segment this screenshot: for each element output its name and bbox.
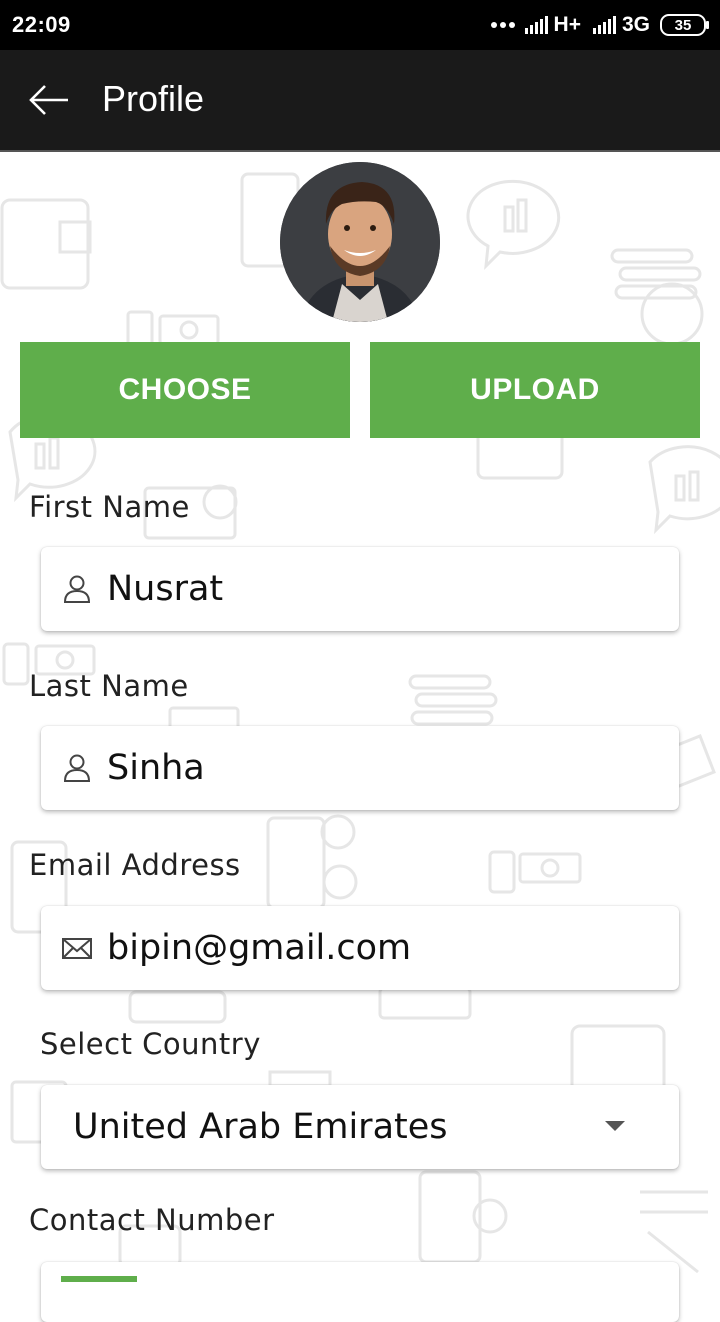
first-name-label: First Name [29, 490, 190, 524]
battery-level: 35 [674, 16, 692, 34]
arrow-left-icon[interactable] [28, 82, 72, 118]
country-label: Select Country [40, 1027, 261, 1061]
person-icon [63, 754, 91, 782]
contact-field[interactable] [41, 1262, 679, 1322]
network-type-2: 3G [621, 13, 650, 36]
upload-button[interactable]: UPLOAD [370, 342, 700, 438]
battery-icon: 35 [660, 14, 709, 36]
envelope-icon [62, 938, 92, 959]
country-select[interactable]: United Arab Emirates [41, 1085, 679, 1169]
last-name-label: Last Name [29, 669, 189, 703]
country-value: United Arab Emirates [73, 1107, 448, 1147]
first-name-value: Nusrat [107, 569, 224, 609]
last-name-value: Sinha [107, 748, 205, 788]
contact-label: Contact Number [29, 1203, 275, 1237]
email-field[interactable]: bipin@gmail.com [41, 906, 679, 990]
country-code-indicator [61, 1276, 137, 1282]
profile-photo [280, 162, 440, 322]
last-name-field[interactable]: Sinha [41, 726, 679, 810]
status-time: 22:09 [12, 12, 71, 37]
dropdown-caret-icon [605, 1121, 625, 1131]
signal-icon [524, 16, 548, 34]
first-name-field[interactable]: Nusrat [41, 547, 679, 631]
status-indicators: H+ 3G 35 [490, 12, 709, 38]
status-bar: 22:09 H+ 3G 35 [0, 0, 720, 50]
network-type-1: H+ [553, 13, 581, 36]
app-bar: Profile [0, 50, 720, 152]
choose-button[interactable]: CHOOSE [20, 342, 350, 438]
signal-icon [592, 16, 616, 34]
email-value: bipin@gmail.com [107, 928, 412, 968]
person-icon [63, 575, 91, 603]
email-label: Email Address [29, 848, 241, 882]
more-dots-icon [490, 22, 515, 28]
profile-avatar [280, 162, 440, 322]
page-title: Profile [102, 78, 205, 119]
